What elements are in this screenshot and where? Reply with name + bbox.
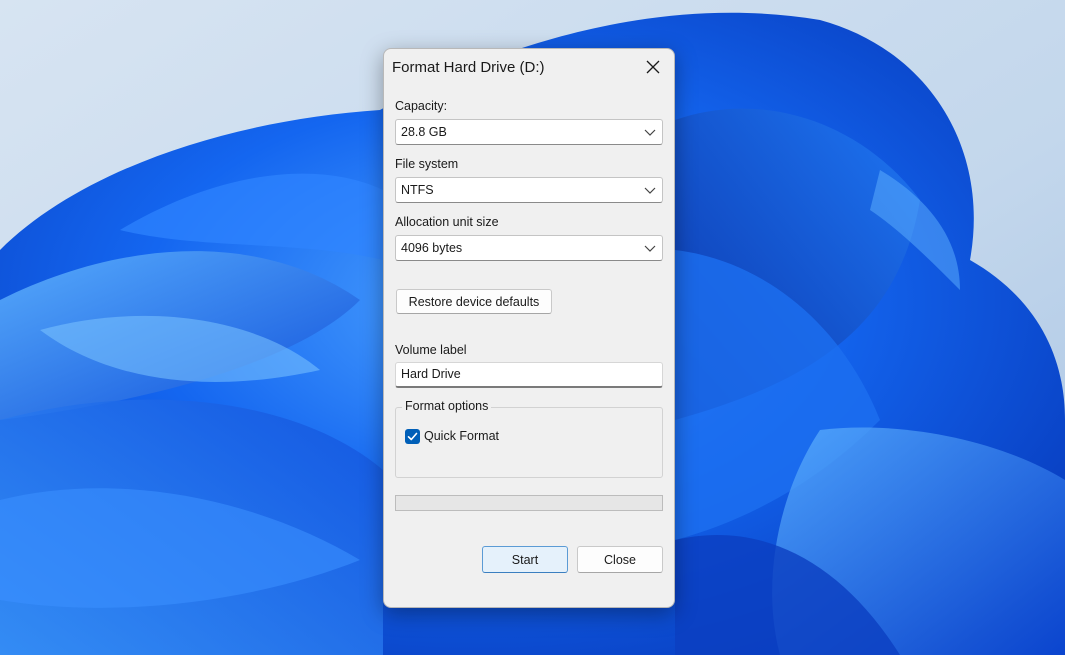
quick-format-label[interactable]: Quick Format bbox=[424, 429, 499, 443]
capacity-value: 28.8 GB bbox=[401, 125, 447, 139]
allocation-unit-label: Allocation unit size bbox=[395, 215, 499, 229]
desktop: Format Hard Drive (D:) Capacity: 28.8 GB… bbox=[0, 0, 1065, 655]
format-dialog: Format Hard Drive (D:) Capacity: 28.8 GB… bbox=[383, 48, 675, 608]
dialog-title: Format Hard Drive (D:) bbox=[392, 59, 545, 76]
file-system-label: File system bbox=[395, 157, 459, 171]
start-button[interactable]: Start bbox=[482, 546, 568, 573]
restore-defaults-button[interactable]: Restore device defaults bbox=[396, 289, 552, 314]
quick-format-checkbox[interactable] bbox=[405, 429, 420, 444]
chevron-down-icon bbox=[644, 129, 656, 136]
format-progress-bar bbox=[395, 495, 663, 511]
allocation-unit-dropdown[interactable]: 4096 bytes bbox=[395, 235, 663, 261]
format-options-title: Format options bbox=[402, 399, 492, 413]
capacity-dropdown[interactable]: 28.8 GB bbox=[395, 119, 663, 145]
volume-label-label: Volume label bbox=[395, 343, 467, 357]
close-button[interactable]: Close bbox=[577, 546, 663, 573]
close-icon bbox=[646, 60, 660, 74]
volume-label-input[interactable]: Hard Drive bbox=[395, 362, 663, 388]
title-close-button[interactable] bbox=[638, 53, 668, 81]
capacity-label: Capacity: bbox=[395, 99, 448, 113]
checkmark-icon bbox=[407, 432, 418, 441]
chevron-down-icon bbox=[644, 187, 656, 194]
title-bar[interactable]: Format Hard Drive (D:) bbox=[384, 49, 674, 87]
format-options-group: Format options Quick Format bbox=[395, 399, 663, 478]
file-system-value: NTFS bbox=[401, 183, 434, 197]
file-system-dropdown[interactable]: NTFS bbox=[395, 177, 663, 203]
chevron-down-icon bbox=[644, 245, 656, 252]
allocation-unit-value: 4096 bytes bbox=[401, 241, 463, 255]
